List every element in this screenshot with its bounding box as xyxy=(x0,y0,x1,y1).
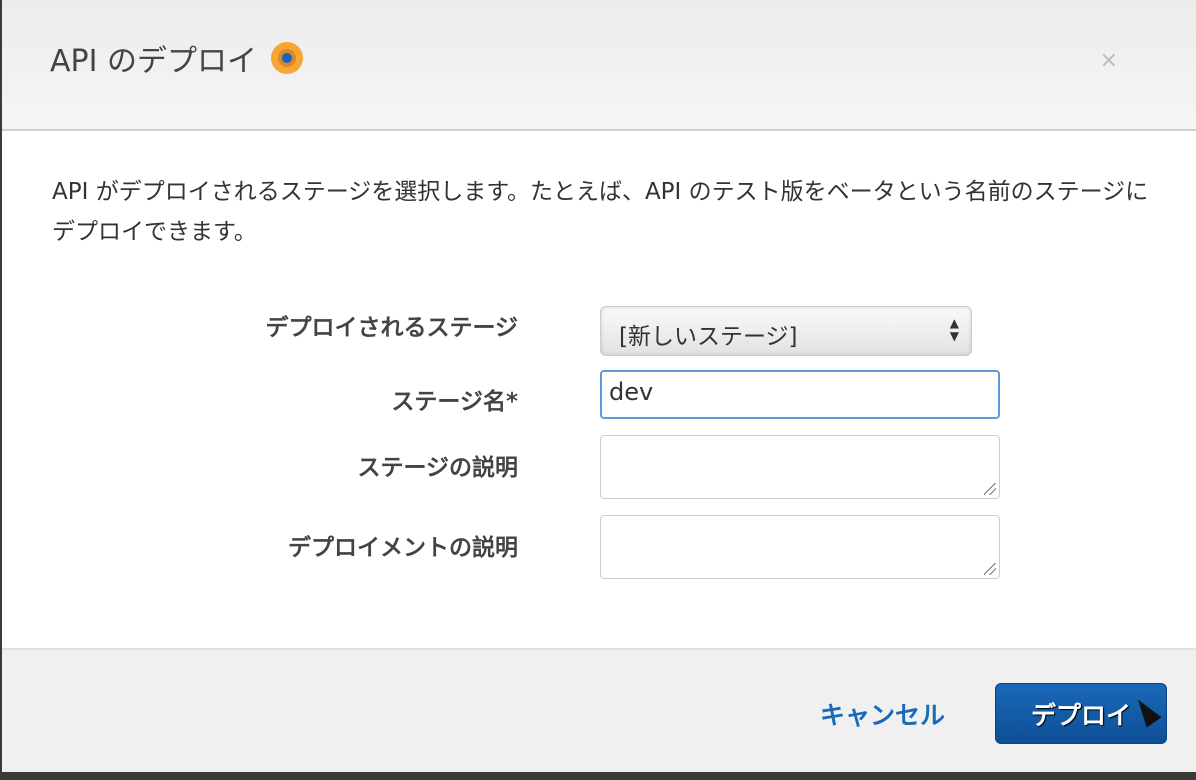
cancel-button[interactable]: キャンセル xyxy=(820,696,945,732)
deployment-description-label: デプロイメントの説明 xyxy=(288,528,518,562)
deploy-api-dialog: API のデプロイ × API がデプロイされるステージを選択します。たとえば、… xyxy=(2,0,1196,772)
dialog-title-text: API のデプロイ xyxy=(50,36,257,80)
close-button[interactable]: × xyxy=(1100,48,1118,73)
stage-description-label: ステージの説明 xyxy=(357,448,518,482)
loading-spinner-icon xyxy=(271,42,303,74)
stage-select-value: [新しいステージ] xyxy=(619,324,798,350)
dialog-title: API のデプロイ xyxy=(50,36,303,80)
deployment-description-textarea[interactable] xyxy=(600,515,1000,579)
resize-grip-icon[interactable] xyxy=(984,563,996,575)
dialog-footer: キャンセル デプロイ xyxy=(2,648,1196,772)
stage-select[interactable]: [新しいステージ] ▲▼ xyxy=(600,306,972,356)
resize-grip-icon[interactable] xyxy=(984,483,996,495)
dialog-description: API がデプロイされるステージを選択します。たとえば、API のテスト版をベー… xyxy=(52,172,1152,252)
stage-description-textarea[interactable] xyxy=(600,435,1000,499)
stage-name-label: ステージ名* xyxy=(391,382,518,416)
stage-select-label: デプロイされるステージ xyxy=(265,308,518,342)
dialog-header: API のデプロイ × xyxy=(2,0,1196,131)
select-arrows-icon: ▲▼ xyxy=(950,317,959,343)
stage-name-input[interactable]: dev xyxy=(600,370,1000,419)
